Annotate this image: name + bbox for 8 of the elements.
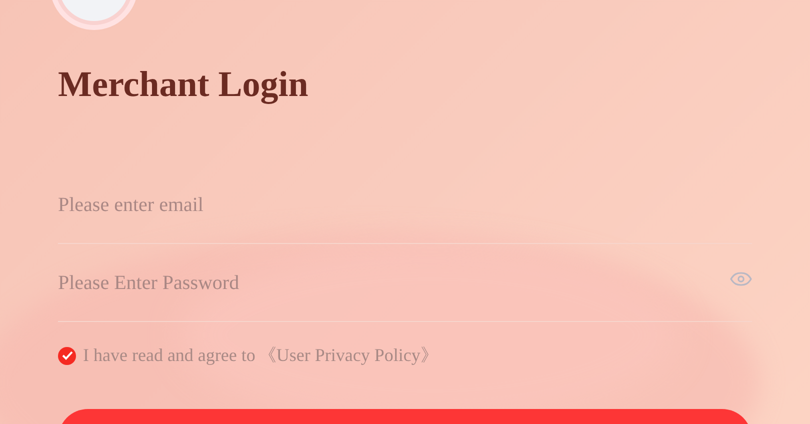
checkmark-icon [62,351,72,360]
password-field[interactable]: Please Enter Password [58,268,722,298]
privacy-policy-link[interactable]: 《User Privacy Policy》 [258,342,438,369]
email-field[interactable]: Please enter email [58,190,752,220]
agree-checkbox[interactable] [58,346,76,364]
page-title: Merchant Login [58,63,308,106]
agreement-text: I have read and agree to [83,344,256,367]
eye-icon[interactable] [730,272,752,286]
